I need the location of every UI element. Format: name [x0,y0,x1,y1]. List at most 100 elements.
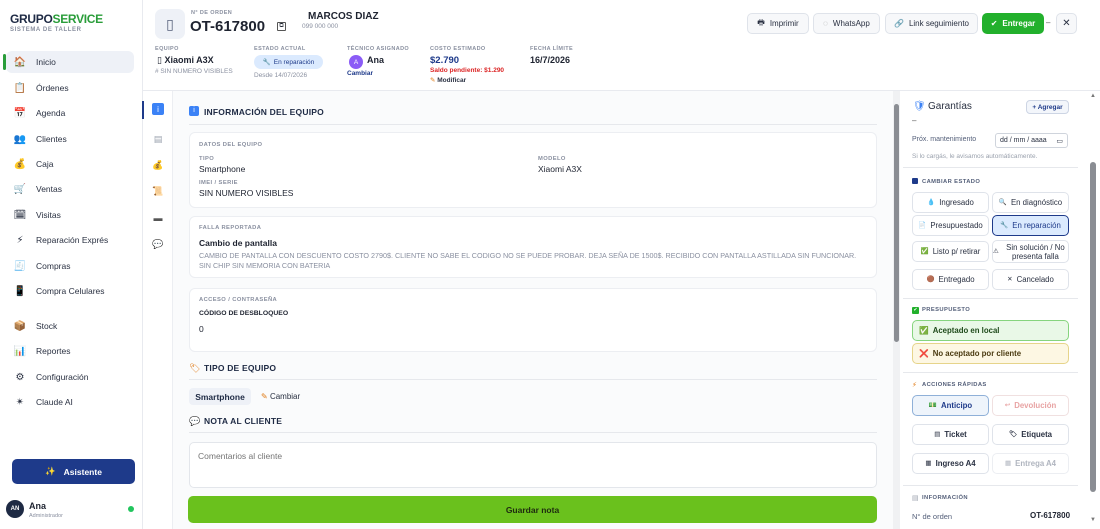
camera-icon[interactable]: ▬ [152,212,164,224]
sidebar-item-visitas[interactable]: 🗓 Visitas [6,204,134,226]
state-button-reparacion[interactable]: 🔧 En reparación [992,215,1069,236]
state-button-cancelado[interactable]: ✕ Cancelado [992,269,1069,290]
add-warranty-button[interactable]: + Agregar [1026,100,1069,114]
warranties-empty: – [912,116,917,125]
scroll-down-arrow[interactable]: ▼ [1090,517,1096,523]
phone-purchase-icon: 📱 [13,285,27,297]
scroll-up-arrow[interactable]: ▲ [1090,93,1096,99]
close-button[interactable]: ✕ [1056,13,1077,34]
sidebar-item-compras[interactable]: 🧾 Compras [6,255,134,277]
main-content: i INFORMACIÓN DEL EQUIPO DATOS DEL EQUIP… [173,91,893,529]
close-icon: ✕ [1062,18,1071,29]
avatar[interactable]: AN [6,500,24,518]
device-data-card: DATOS DEL EQUIPO TIPO Smartphone MODELO … [189,132,877,208]
assistant-button[interactable]: ✨ Asistente [12,459,135,484]
sidebar-item-stock[interactable]: 📦 Stock [6,315,134,337]
copy-icon[interactable]: ⧉ [277,22,286,31]
user-role: Administrador [29,513,63,519]
document-icon[interactable]: ▤ [152,133,164,145]
sidebar-item-reportes[interactable]: 📊 Reportes [6,340,134,362]
divider [903,485,1078,486]
scroll-icon[interactable]: 📜 [152,185,164,197]
sidebar-item-label: Clientes [36,134,67,144]
maintenance-label: Próx. mantenimiento [912,136,977,143]
main-scrollbar-thumb[interactable] [894,104,899,342]
divider [903,372,1078,373]
sidebar-item-caja[interactable]: 💰 Caja [6,153,134,175]
state-button-sin-solucion[interactable]: ⚠ Sin solución / No presenta falla [992,240,1069,263]
order-label: N° de orden [912,512,953,521]
action-button-devolucion[interactable]: ↩ Devolución [992,395,1069,416]
codigo-caption: CÓDIGO DE DESBLOQUEO [199,310,289,317]
action-button-ticket[interactable]: ▤ Ticket [912,424,989,445]
budget-accepted-button[interactable]: ✅ Aceptado en local [912,320,1069,341]
state-button-entregado[interactable]: 🟤 Entregado [912,269,989,290]
save-note-button[interactable]: Guardar nota [188,496,877,523]
cost-value: $2.790 [430,55,460,66]
info-section-icon: ▤ [912,495,919,502]
customer-name[interactable]: MARCOS DIAZ [308,11,379,22]
state-button-presupuestado[interactable]: 📄 Presupuestado [912,215,989,236]
customer-phone: 099 000 000 [302,23,339,30]
calendar-icon: 🗓 [13,209,27,221]
datos-caption: DATOS DEL EQUIPO [199,142,263,148]
section-icon-column: i ▤ 💰 📜 ▬ 💬 [142,91,173,529]
money-bag-icon[interactable]: 💰 [152,159,164,171]
whatsapp-button[interactable]: ◌ WhatsApp [813,13,880,34]
tech-name: Ana [367,55,385,65]
acceso-caption: ACCESO / CONTRASEÑA [199,297,278,303]
sidebar-item-ventas[interactable]: 🛒 Ventas [6,178,134,200]
sidebar-item-reparación-exprés[interactable]: ⚡ Reparación Exprés [6,229,134,251]
budget-rejected-button[interactable]: ❌ No aceptado por cliente [912,343,1069,364]
state-button-listo[interactable]: ✅ Listo p/ retirar [912,241,989,262]
sidebar-item-label: Inicio [36,57,56,67]
action-button-anticipo[interactable]: 💵 Anticipo [912,395,989,416]
action-button-ingreso-a4[interactable]: ▦ Ingreso A4 [912,453,989,474]
sidebar-item-órdenes[interactable]: 📋 Órdenes [6,77,134,99]
check-icon: ✅ [919,326,929,335]
right-scrollbar-thumb[interactable] [1090,162,1096,492]
action-button-entrega-a4[interactable]: ▦ Entrega A4 [992,453,1069,474]
sidebar-item-label: Stock [36,321,58,331]
falla-title: Cambio de pantalla [199,238,277,248]
sidebar-item-configuración[interactable]: ⚙ Configuración [6,366,134,388]
sidebar-item-label: Compra Celulares [36,286,105,296]
chat-icon[interactable]: 💬 [152,238,164,250]
action-button-etiqueta[interactable]: 🏷 Etiqueta [992,424,1069,445]
tech-change-link[interactable]: Cambiar [347,70,373,77]
device-type-chip: Smartphone [189,388,251,405]
cost-pending: Saldo pendiente: $1.290 [430,67,505,74]
change-state-caption: CAMBIAR ESTADO [922,179,981,185]
print-button[interactable]: 🖶 Imprimir [747,13,809,34]
more-button[interactable]: – [1046,18,1050,27]
printer-icon: 🖶 [757,17,765,27]
sidebar-item-agenda[interactable]: 📅 Agenda [6,102,134,124]
cash-icon: 💰 [13,158,27,170]
info-icon[interactable]: i [152,103,164,115]
sidebar-item-claude-ai[interactable]: ✴ Claude AI [6,391,134,413]
state-button-ingresado[interactable]: 💧 Ingresado [912,192,989,213]
client-note-textarea[interactable] [189,442,877,488]
maintenance-date-input[interactable]: dd / mm / aaaa ▭ [995,133,1068,148]
tag-icon: 🏷 [189,363,201,373]
cost-modify-link[interactable]: ✎ Modificar [430,76,466,84]
action-devolucion-icon: ↩ [1004,402,1011,409]
cost-caption: COSTO ESTIMADO [430,46,486,52]
sidebar-item-compra-celulares[interactable]: 📱 Compra Celulares [6,280,134,302]
online-status-dot [128,506,134,512]
device-type-change[interactable]: ✎ Cambiar [261,392,300,401]
tracking-link-button[interactable]: 🔗 Link seguimiento [885,13,978,34]
user-name: Ana [29,501,47,511]
state-cancelado-icon: ✕ [1007,276,1013,283]
tech-caption: TÉCNICO ASIGNADO [347,46,410,52]
sidebar-item-clientes[interactable]: 👥 Clientes [6,128,134,150]
info-section-title: INFORMACIÓN DEL EQUIPO [204,107,324,117]
falla-caption: FALLA REPORTADA [199,225,262,231]
tipo-caption: TIPO [199,156,215,162]
action-anticipo-icon: 💵 [928,402,937,409]
deliver-button[interactable]: ✔ Entregar [982,13,1044,34]
state-button-diagnostico[interactable]: 🔍 En diagnóstico [992,192,1069,213]
sidebar-item-inicio[interactable]: 🏠 Inicio [3,51,134,73]
sidebar-item-label: Agenda [36,108,66,118]
state-section-icon [912,178,918,184]
